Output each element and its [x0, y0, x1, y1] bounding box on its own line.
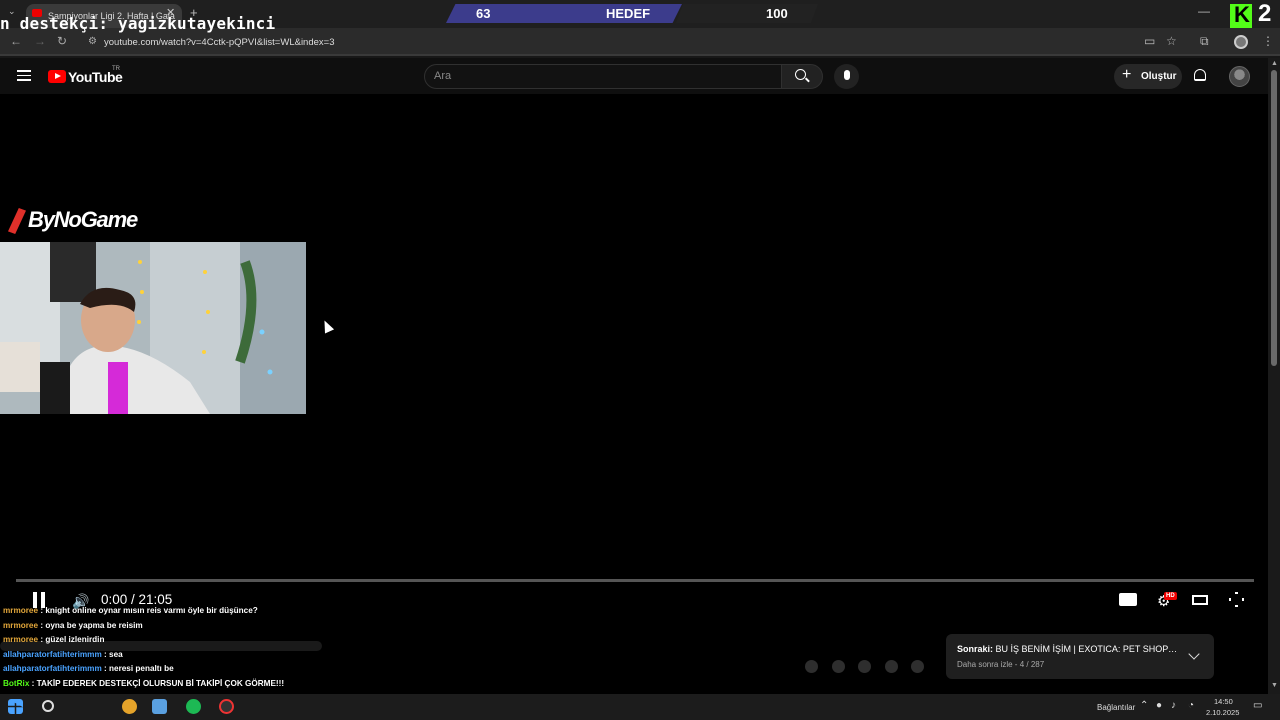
- page-indicator-dot[interactable]: [911, 660, 924, 673]
- fullscreen-icon[interactable]: [1229, 592, 1244, 607]
- sponsor-logo: ByNoGame: [28, 207, 138, 232]
- app-taskbar-icon[interactable]: [152, 699, 167, 714]
- plus-icon: +: [1122, 66, 1132, 83]
- webcam-scene: [0, 242, 306, 414]
- follower-goal-bar: 63 HEDEF 100: [446, 4, 818, 23]
- subtitles-icon[interactable]: [1119, 593, 1137, 606]
- back-arrow-icon[interactable]: ←: [10, 34, 22, 48]
- time-display: 0:00 / 21:05: [101, 592, 173, 607]
- goal-remaining: [676, 4, 818, 23]
- notification-center-icon[interactable]: ▭: [1253, 700, 1262, 711]
- chat-text: : TAKİP EDEREK DESTEKÇİ OLURSUN Bİ TAKİP…: [29, 679, 285, 688]
- search-input[interactable]: [434, 66, 764, 86]
- chat-message: allahparatorfatihterimmm : sea: [3, 650, 123, 659]
- extensions-icon[interactable]: ⧉: [1200, 34, 1209, 49]
- video-progress-bar[interactable]: [16, 579, 1254, 582]
- chat-username[interactable]: mrmoree: [3, 635, 38, 644]
- site-info-icon[interactable]: ⚙: [88, 36, 97, 47]
- webcam-feed: [0, 242, 306, 414]
- chat-message: BotRix : TAKİP EDEREK DESTEKÇİ OLURSUN B…: [3, 679, 284, 688]
- browser-profile-icon[interactable]: [1234, 35, 1248, 49]
- chat-text: : güzel izlenirdin: [38, 635, 105, 644]
- notifications-bell-icon[interactable]: [1194, 69, 1206, 81]
- chat-text: : neresi penaltı be: [101, 664, 174, 673]
- hd-badge: HD: [1164, 592, 1177, 600]
- obs-taskbar-icon[interactable]: [219, 699, 234, 714]
- chat-text: : oyna be yapma be reisim: [38, 621, 143, 630]
- up-next-subtitle: Daha sonra izle - 4 / 287: [957, 660, 1045, 669]
- up-next-card[interactable]: [946, 634, 1214, 679]
- goal-label: HEDEF: [606, 6, 651, 21]
- chrome-taskbar-icon[interactable]: [122, 699, 137, 714]
- tray-links-label[interactable]: Bağlantılar: [1097, 703, 1135, 712]
- chat-text: : knight online oynar mısın reis varmı ö…: [38, 606, 258, 615]
- microphone-tray-icon[interactable]: ●: [1156, 700, 1162, 711]
- chat-text: : sea: [101, 650, 123, 659]
- chat-message: allahparatorfatihterimmm : neresi penalt…: [3, 664, 174, 673]
- speaker-tray-icon[interactable]: ♪: [1171, 700, 1176, 711]
- goal-current-value: 63: [476, 6, 491, 21]
- spotify-taskbar-icon[interactable]: [186, 699, 201, 714]
- page-indicator-dot[interactable]: [858, 660, 871, 673]
- page-indicator-dot[interactable]: [885, 660, 898, 673]
- clock-time[interactable]: 14:50: [1214, 697, 1233, 706]
- chat-message: mrmoree : güzel izlenirdin: [3, 635, 104, 644]
- forward-arrow-icon[interactable]: →: [34, 34, 46, 48]
- browser-menu-icon[interactable]: ⋮: [1262, 34, 1274, 48]
- goal-target-value: 100: [766, 6, 788, 21]
- theater-mode-icon[interactable]: [1192, 595, 1208, 605]
- create-button-label: Oluştur: [1141, 71, 1177, 82]
- avatar[interactable]: [1229, 66, 1250, 87]
- mouse-cursor-icon: [319, 318, 335, 334]
- chat-username[interactable]: mrmoree: [3, 621, 38, 630]
- youtube-logo-play-icon: [55, 73, 61, 79]
- page-indicator-dot[interactable]: [832, 660, 845, 673]
- supporter-overlay-text: n destekçi: yagizkutayekinci: [0, 14, 276, 33]
- scrollbar-thumb[interactable]: [1271, 70, 1277, 366]
- scroll-up-icon[interactable]: ▲: [1271, 60, 1278, 67]
- microphone-icon: [844, 70, 850, 80]
- chat-username[interactable]: BotRix: [3, 679, 29, 688]
- page-indicator-dot[interactable]: [805, 660, 818, 673]
- cast-icon[interactable]: ▭: [1144, 34, 1155, 48]
- bookmark-star-icon[interactable]: ☆: [1166, 34, 1177, 48]
- kick-k-glyph: K: [1234, 2, 1250, 27]
- scroll-down-icon[interactable]: ▼: [1271, 682, 1278, 689]
- chat-message: mrmoree : knight online oynar mısın reis…: [3, 606, 258, 615]
- search-taskbar-icon[interactable]: [42, 700, 54, 712]
- up-next-title[interactable]: Sonraki: BU İŞ BENİM İŞİM | EXOTICA: PET…: [957, 644, 1179, 654]
- chat-username[interactable]: allahparatorfatihterimmm: [3, 650, 102, 659]
- menu-hamburger-icon[interactable]: [17, 70, 31, 81]
- chat-username[interactable]: mrmoree: [3, 606, 38, 615]
- tray-expand-icon[interactable]: ⌃: [1140, 700, 1148, 711]
- country-code: TR: [112, 66, 120, 72]
- up-next-prefix: Sonraki:: [957, 644, 994, 654]
- kick-counter: 2: [1258, 0, 1272, 27]
- chat-username[interactable]: allahparatorfatihterimmm: [3, 664, 102, 673]
- chat-message: mrmoree : oyna be yapma be reisim: [3, 621, 143, 630]
- clock-date[interactable]: 2.10.2025: [1206, 708, 1239, 717]
- minimize-icon[interactable]: —: [1198, 4, 1210, 18]
- up-next-video-title: BU İŞ BENİM İŞİM | EXOTICA: PET SHOP S..…: [995, 644, 1179, 654]
- address-bar-url[interactable]: youtube.com/watch?v=4Cctk-pQPVI&list=WL&…: [104, 37, 335, 48]
- network-tray-icon[interactable]: ◔: [1188, 700, 1194, 711]
- reload-icon[interactable]: ↻: [57, 34, 67, 48]
